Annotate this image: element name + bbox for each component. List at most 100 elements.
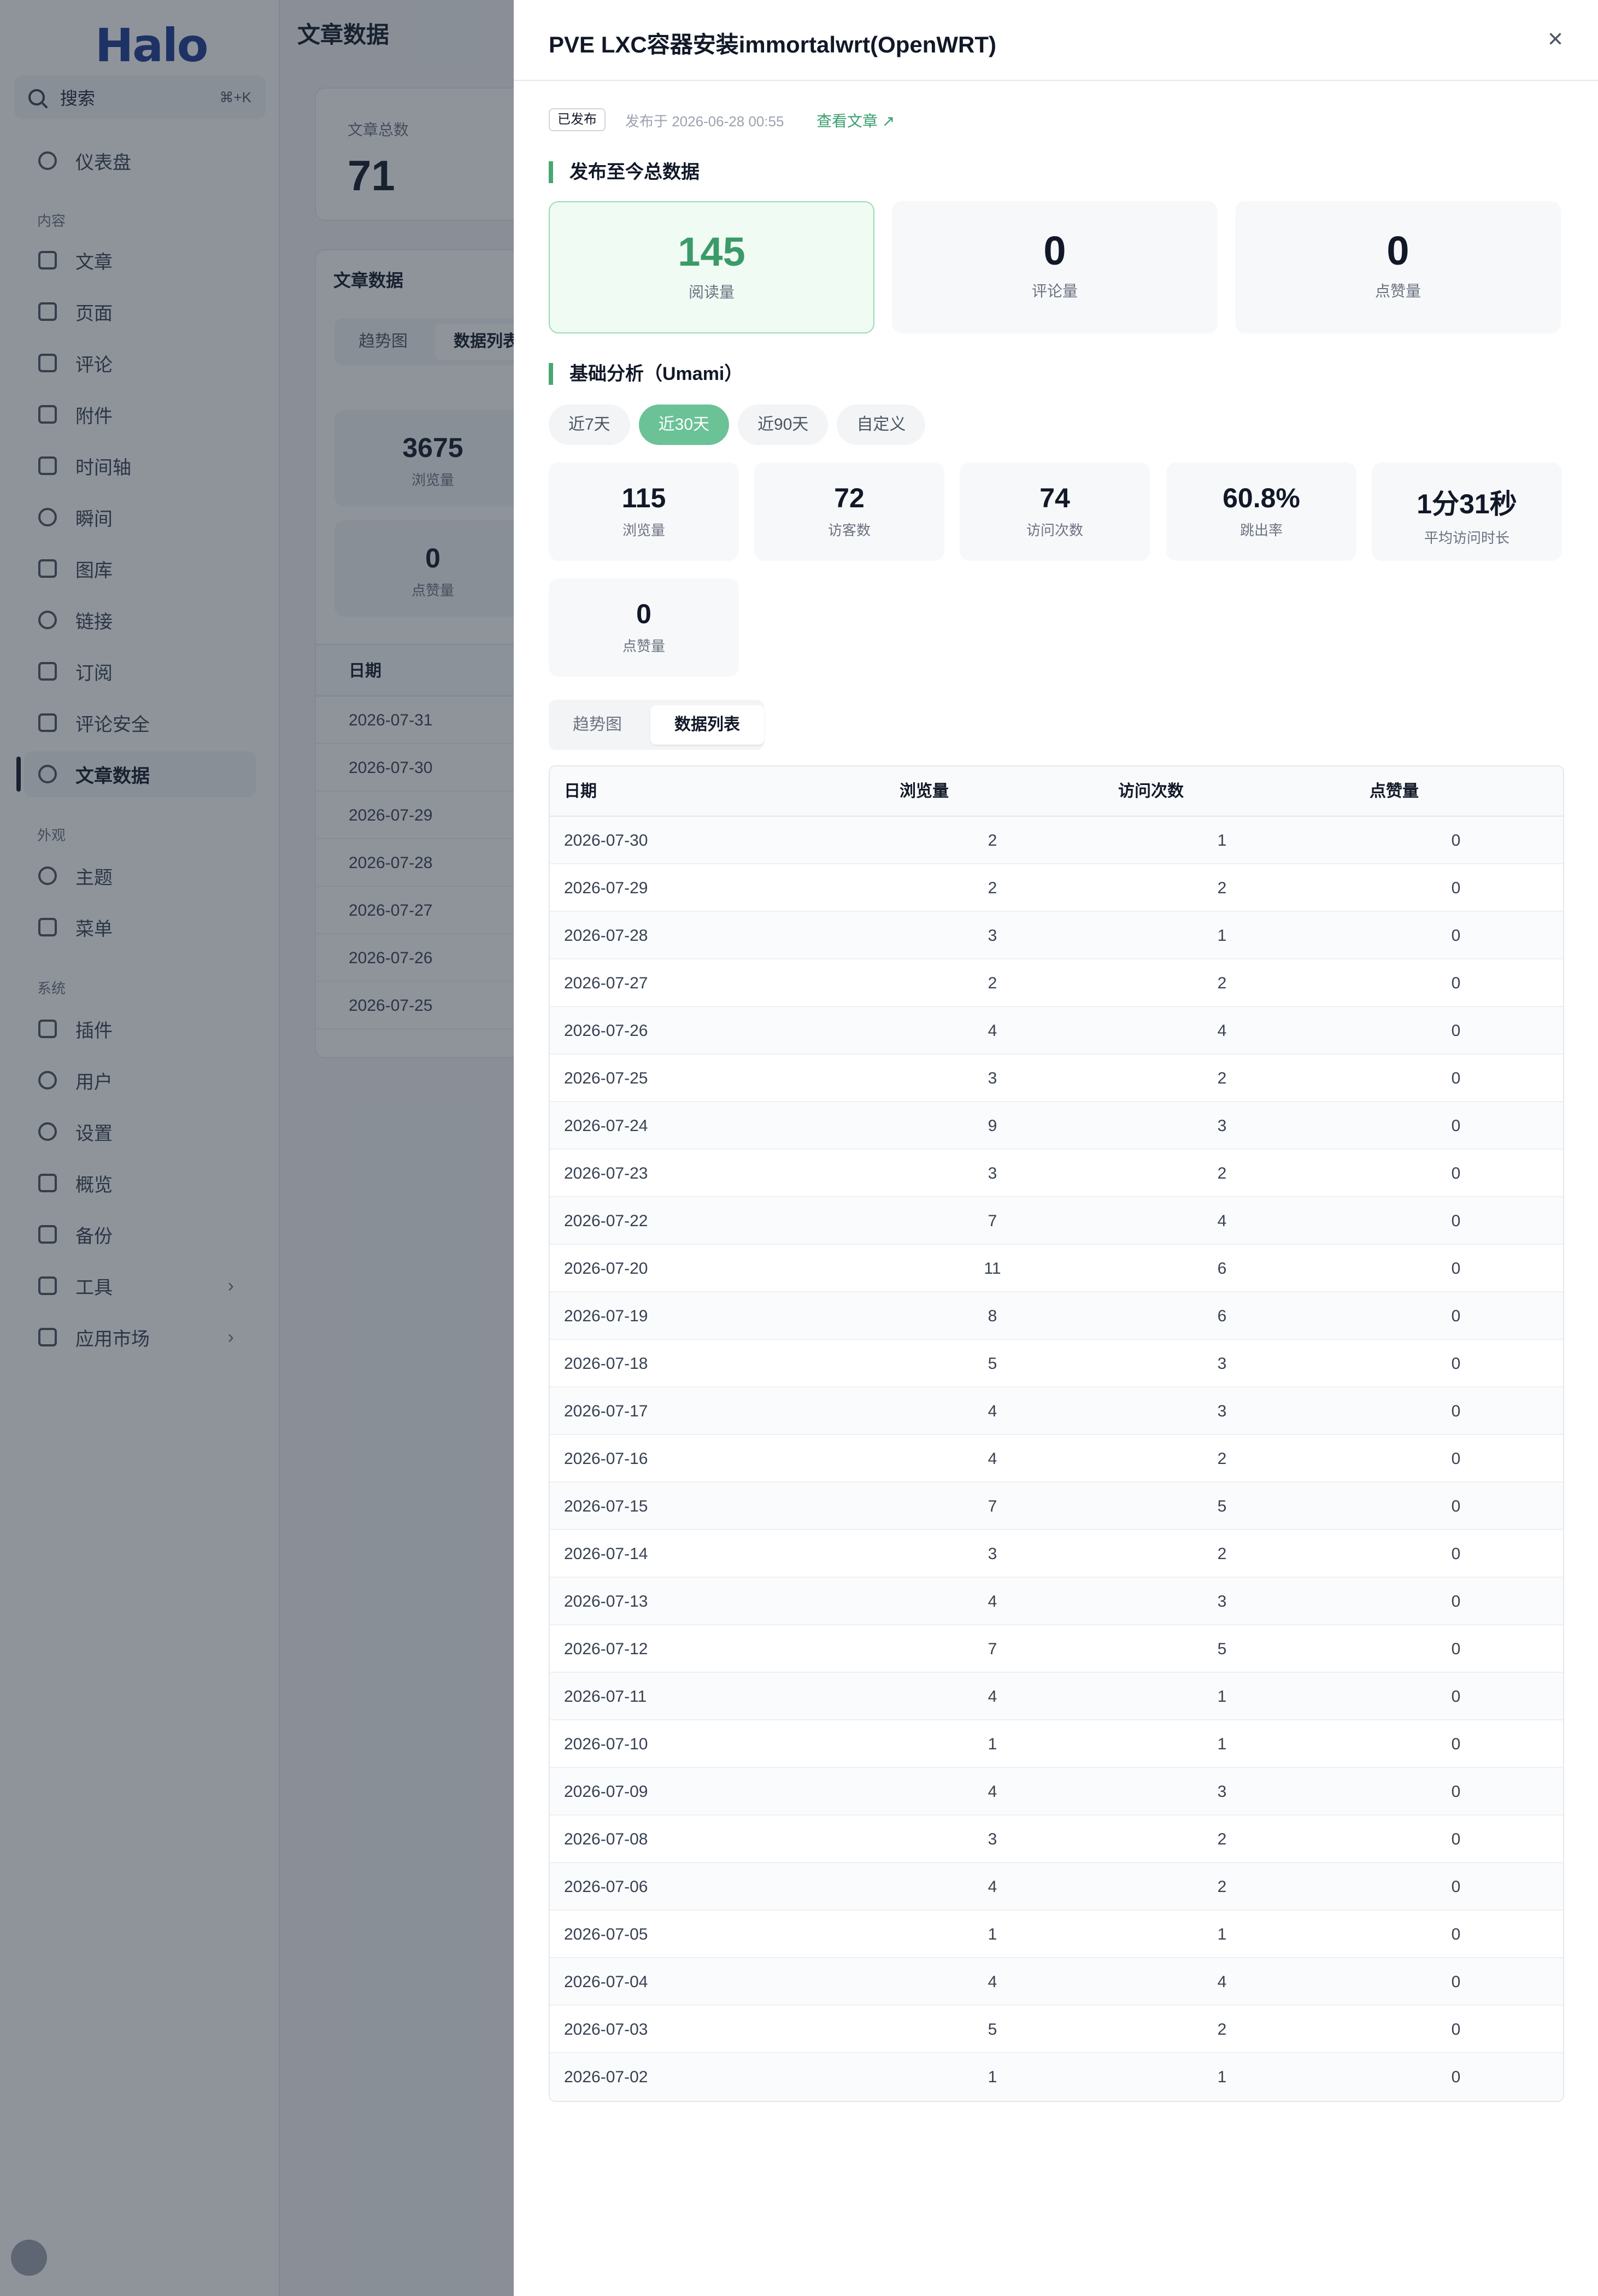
stat-value: 0 xyxy=(636,599,651,629)
table-row: 2026-07-19 8 6 0 xyxy=(550,1292,1563,1340)
view-post-link[interactable]: 查看文章 ↗ xyxy=(816,109,895,131)
cell-likes: 0 xyxy=(1451,974,1461,992)
cell-likes: 0 xyxy=(1451,1260,1461,1278)
modal-backdrop[interactable] xyxy=(0,0,514,2296)
range-7-days[interactable]: 近7天 xyxy=(549,405,630,445)
cell-date: 2026-07-12 xyxy=(564,1640,648,1658)
total-likes-card: 0 点赞量 xyxy=(1235,201,1561,333)
cell-visits: 1 xyxy=(1217,1735,1227,1753)
cell-visits: 2 xyxy=(1217,1830,1227,1848)
total-comments-card: 0 评论量 xyxy=(892,201,1218,333)
cell-visits: 6 xyxy=(1217,1260,1227,1278)
cell-date: 2026-07-16 xyxy=(564,1450,648,1468)
cell-likes: 0 xyxy=(1451,1783,1461,1801)
cell-date: 2026-07-11 xyxy=(564,1688,647,1706)
cell-likes: 0 xyxy=(1451,1878,1461,1896)
cell-visits: 2 xyxy=(1217,1450,1227,1468)
cell-date: 2026-07-20 xyxy=(564,1260,648,1278)
cell-visits: 1 xyxy=(1217,927,1227,945)
table-row: 2026-07-16 4 2 0 xyxy=(550,1435,1563,1483)
range-selector: 近7天 近30天 近90天 自定义 xyxy=(549,405,934,445)
table-row: 2026-07-15 7 5 0 xyxy=(550,1483,1563,1530)
cell-likes: 0 xyxy=(1451,1117,1461,1135)
cell-views: 1 xyxy=(988,1925,997,1943)
cell-visits: 3 xyxy=(1217,1592,1227,1610)
cell-views: 5 xyxy=(988,2020,997,2039)
cell-views: 4 xyxy=(988,1688,997,1706)
table-row: 2026-07-30 2 1 0 xyxy=(550,817,1563,864)
table-row: 2026-07-18 5 3 0 xyxy=(550,1340,1563,1387)
cell-date: 2026-07-04 xyxy=(564,1973,648,1991)
stat-label: 点赞量 xyxy=(622,638,665,654)
stat-value: 1分31秒 xyxy=(1417,489,1517,519)
cell-views: 4 xyxy=(988,1592,997,1610)
cell-views: 4 xyxy=(988,1022,997,1040)
drawer-tabs: 趋势图 数据列表 xyxy=(549,700,764,750)
table-row: 2026-07-26 4 4 0 xyxy=(550,1007,1563,1055)
stat-value: 72 xyxy=(834,483,865,513)
cell-likes: 0 xyxy=(1451,1212,1461,1230)
cell-visits: 6 xyxy=(1217,1307,1227,1325)
cell-likes: 0 xyxy=(1451,1402,1461,1420)
tab-trend[interactable]: 趋势图 xyxy=(549,705,646,745)
cell-date: 2026-07-13 xyxy=(564,1592,648,1610)
cell-date: 2026-07-22 xyxy=(564,1212,648,1230)
table-row: 2026-07-08 3 2 0 xyxy=(550,1815,1563,1863)
cell-views: 2 xyxy=(988,879,997,897)
cell-likes: 0 xyxy=(1451,1307,1461,1325)
status-badge: 已发布 xyxy=(549,108,606,131)
stat-card-avg-duration: 1分31秒 平均访问时长 xyxy=(1372,462,1562,561)
cell-likes: 0 xyxy=(1451,1688,1461,1706)
total-label: 评论量 xyxy=(1031,283,1078,300)
cell-views: 2 xyxy=(988,831,997,850)
drawer-divider xyxy=(514,80,1598,81)
cell-views: 3 xyxy=(988,927,997,945)
table-row: 2026-07-23 3 2 0 xyxy=(550,1150,1563,1197)
cell-date: 2026-07-09 xyxy=(564,1783,648,1801)
close-icon[interactable]: × xyxy=(1548,24,1563,54)
stat-card-views: 115 浏览量 xyxy=(549,462,739,561)
cell-visits: 2 xyxy=(1217,1069,1227,1087)
stat-card-bounce-rate: 60.8% 跳出率 xyxy=(1166,462,1356,561)
range-30-days[interactable]: 近30天 xyxy=(638,405,730,445)
cell-visits: 2 xyxy=(1217,974,1227,992)
total-value: 0 xyxy=(1386,228,1409,273)
cell-date: 2026-07-24 xyxy=(564,1117,648,1135)
cell-visits: 3 xyxy=(1217,1355,1227,1373)
cell-visits: 4 xyxy=(1217,1973,1227,1991)
cell-likes: 0 xyxy=(1451,1355,1461,1373)
cell-views: 5 xyxy=(988,1355,997,1373)
table-body: 2026-07-30 2 1 0 2026-07-29 2 2 0 2026-07-28 3 1 0 2… xyxy=(550,817,1563,2101)
stat-label: 跳出率 xyxy=(1239,522,1283,538)
cell-date: 2026-07-06 xyxy=(564,1878,648,1896)
column-header-likes: 点赞量 xyxy=(1370,782,1419,800)
cell-views: 4 xyxy=(988,1878,997,1896)
table-row: 2026-07-27 2 2 0 xyxy=(550,959,1563,1007)
cell-visits: 3 xyxy=(1217,1783,1227,1801)
cell-likes: 0 xyxy=(1451,1925,1461,1943)
cell-visits: 5 xyxy=(1217,1640,1227,1658)
cell-visits: 3 xyxy=(1217,1402,1227,1420)
stat-label: 浏览量 xyxy=(622,522,665,538)
cell-views: 3 xyxy=(988,1830,997,1848)
range-custom[interactable]: 自定义 xyxy=(837,405,926,445)
stat-value: 74 xyxy=(1039,483,1070,513)
total-value: 0 xyxy=(1043,228,1066,273)
total-label: 阅读量 xyxy=(688,284,735,301)
table-row: 2026-07-11 4 1 0 xyxy=(550,1673,1563,1720)
stats-table: 日期 浏览量 访问次数 点赞量 2026-07-30 2 1 0 2026-07-29 2… xyxy=(549,765,1564,2102)
cell-views: 11 xyxy=(984,1260,1001,1278)
tab-data-list[interactable]: 数据列表 xyxy=(650,705,764,745)
cell-visits: 2 xyxy=(1217,1164,1227,1182)
column-header-visits: 访问次数 xyxy=(1118,782,1184,800)
cell-views: 9 xyxy=(988,1117,997,1135)
total-value: 145 xyxy=(678,229,745,274)
table-row: 2026-07-02 1 1 0 xyxy=(550,2053,1563,2101)
cell-date: 2026-07-17 xyxy=(564,1402,648,1420)
cell-date: 2026-07-15 xyxy=(564,1497,648,1515)
range-90-days[interactable]: 近90天 xyxy=(738,405,829,445)
stat-label: 平均访问时长 xyxy=(1424,530,1509,546)
table-row: 2026-07-03 5 2 0 xyxy=(550,2006,1563,2053)
table-header: 日期 浏览量 访问次数 点赞量 xyxy=(550,766,1563,817)
cell-visits: 1 xyxy=(1217,1925,1227,1943)
